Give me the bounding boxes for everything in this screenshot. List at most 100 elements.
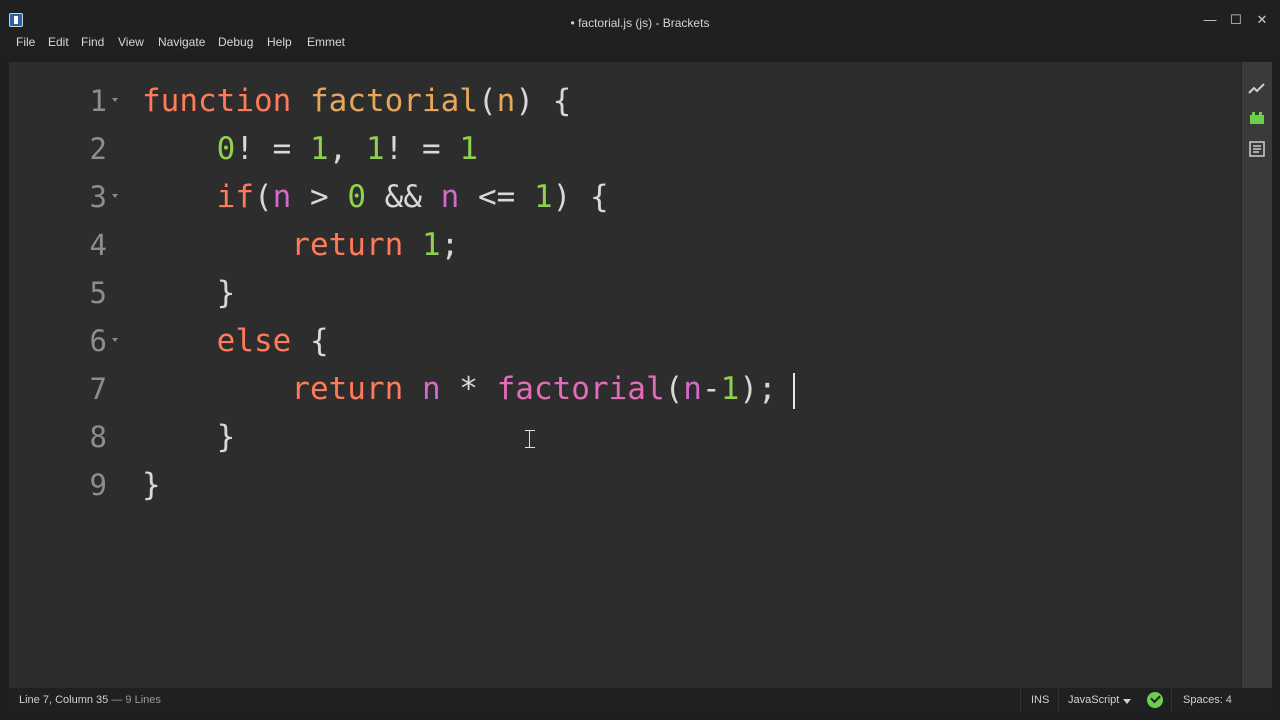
code-token: return bbox=[291, 227, 404, 263]
status-divider bbox=[1171, 688, 1172, 712]
menu-debug[interactable]: Debug bbox=[218, 35, 253, 49]
menu-navigate[interactable]: Navigate bbox=[158, 35, 205, 49]
line-number: 9 bbox=[89, 468, 107, 502]
line-number: 5 bbox=[89, 276, 107, 310]
code-token: 1 bbox=[421, 227, 441, 263]
code-token: ; bbox=[440, 227, 460, 263]
code-text: 0! = 1, 1! = 1 bbox=[142, 125, 478, 173]
code-token: 1 bbox=[459, 131, 478, 167]
code-token: { bbox=[291, 323, 329, 359]
code-token: else bbox=[216, 323, 292, 359]
code-token: n bbox=[683, 371, 702, 407]
code-token: } bbox=[142, 467, 161, 503]
code-line[interactable]: 3 if(n > 0 && n <= 1) { bbox=[9, 173, 1241, 221]
maximize-button[interactable]: ☐ bbox=[1228, 12, 1244, 28]
code-token: * bbox=[440, 371, 497, 407]
code-token: } bbox=[216, 275, 236, 311]
code-token: 1 bbox=[720, 371, 740, 407]
code-token: > bbox=[291, 179, 348, 215]
fold-arrow-icon[interactable] bbox=[112, 194, 118, 198]
menu-view[interactable]: View bbox=[118, 35, 144, 49]
menu-find[interactable]: Find bbox=[81, 35, 104, 49]
code-token: <= bbox=[459, 179, 534, 215]
code-token: 0 bbox=[347, 179, 366, 215]
file-outline-icon[interactable] bbox=[1248, 140, 1266, 158]
code-line[interactable]: 5 } bbox=[9, 269, 1241, 317]
code-text: } bbox=[142, 269, 236, 317]
status-bar: Line 7, Column 35 — 9 Lines INS JavaScri… bbox=[9, 688, 1271, 712]
close-button[interactable]: ✕ bbox=[1254, 12, 1270, 28]
code-token: n bbox=[496, 83, 516, 119]
title-bar: • factorial.js (js) - Brackets — ☐ ✕ bbox=[0, 0, 1280, 32]
line-number: 3 bbox=[89, 180, 107, 214]
code-token: } bbox=[216, 419, 236, 455]
code-token: ( bbox=[664, 371, 684, 407]
fold-arrow-icon[interactable] bbox=[112, 338, 118, 342]
menu-bar: File Edit Find View Navigate Debug Help … bbox=[0, 32, 1280, 54]
code-text: if(n > 0 && n <= 1) { bbox=[142, 173, 609, 221]
code-text: } bbox=[142, 413, 236, 461]
code-token: ( bbox=[253, 179, 273, 215]
language-selector[interactable]: JavaScript bbox=[1068, 694, 1119, 706]
window-title: • factorial.js (js) - Brackets bbox=[570, 16, 710, 30]
menu-file[interactable]: File bbox=[16, 35, 35, 49]
code-token: factorial bbox=[496, 371, 665, 407]
code-token: ! = bbox=[384, 131, 460, 167]
status-divider bbox=[1020, 688, 1021, 712]
code-token: n bbox=[421, 371, 441, 407]
code-text: return n * factorial(n-1); bbox=[142, 365, 776, 413]
extension-manager-icon[interactable] bbox=[1248, 109, 1266, 127]
cursor-position: Line 7, Column 35 — 9 Lines bbox=[19, 694, 161, 706]
code-text: else { bbox=[142, 317, 329, 365]
chevron-down-icon bbox=[1123, 699, 1131, 704]
code-token: ! = bbox=[235, 131, 310, 167]
line-number: 2 bbox=[89, 132, 107, 166]
code-line[interactable]: 8 } bbox=[9, 413, 1241, 461]
code-text: function factorial(n) { bbox=[142, 77, 571, 125]
fold-arrow-icon[interactable] bbox=[112, 98, 118, 102]
code-line[interactable]: 1 function factorial(n) { bbox=[9, 77, 1241, 125]
code-token: , bbox=[328, 131, 366, 167]
code-editor[interactable]: 1 function factorial(n) {2 0! = 1, 1! = 1… bbox=[9, 62, 1241, 688]
code-line[interactable]: 6 else { bbox=[9, 317, 1241, 365]
code-line[interactable]: 7 return n * factorial(n-1); bbox=[9, 365, 1241, 413]
code-token: 1 bbox=[533, 179, 553, 215]
live-preview-icon[interactable] bbox=[1248, 80, 1266, 98]
code-token: && bbox=[366, 179, 441, 215]
menu-help[interactable]: Help bbox=[267, 35, 292, 49]
status-divider bbox=[1058, 688, 1059, 712]
mouse-ibeam-cursor-icon bbox=[525, 430, 535, 448]
insert-mode-toggle[interactable]: INS bbox=[1031, 694, 1049, 706]
line-number: 7 bbox=[89, 372, 107, 406]
menu-emmet[interactable]: Emmet bbox=[307, 35, 345, 49]
code-token: ) { bbox=[552, 179, 609, 215]
code-line[interactable]: 4 return 1; bbox=[9, 221, 1241, 269]
right-toolbar bbox=[1241, 62, 1272, 688]
code-line[interactable]: 2 0! = 1, 1! = 1 bbox=[9, 125, 1241, 173]
code-text: return 1; bbox=[142, 221, 459, 269]
minimize-button[interactable]: — bbox=[1202, 12, 1218, 28]
lint-ok-icon[interactable] bbox=[1147, 692, 1163, 708]
line-number: 6 bbox=[89, 324, 107, 358]
line-number: 4 bbox=[89, 228, 107, 262]
line-number: 8 bbox=[89, 420, 107, 454]
code-token: - bbox=[701, 371, 721, 407]
code-token: return bbox=[291, 371, 404, 407]
code-token: 1 bbox=[365, 131, 385, 167]
indentation-setting[interactable]: Spaces: 4 bbox=[1183, 694, 1232, 706]
cursor-position-text: Line 7, Column 35 bbox=[19, 694, 109, 706]
code-token: 0 bbox=[216, 131, 236, 167]
menu-edit[interactable]: Edit bbox=[48, 35, 69, 49]
code-line[interactable]: 9} bbox=[9, 461, 1241, 509]
code-token: n bbox=[272, 179, 292, 215]
line-number: 1 bbox=[89, 84, 107, 118]
code-token: function bbox=[142, 83, 292, 119]
text-cursor bbox=[793, 373, 795, 409]
code-token: 1 bbox=[309, 131, 329, 167]
code-token: factorial bbox=[309, 83, 478, 119]
code-token: n bbox=[440, 179, 460, 215]
code-token: if bbox=[216, 179, 254, 215]
